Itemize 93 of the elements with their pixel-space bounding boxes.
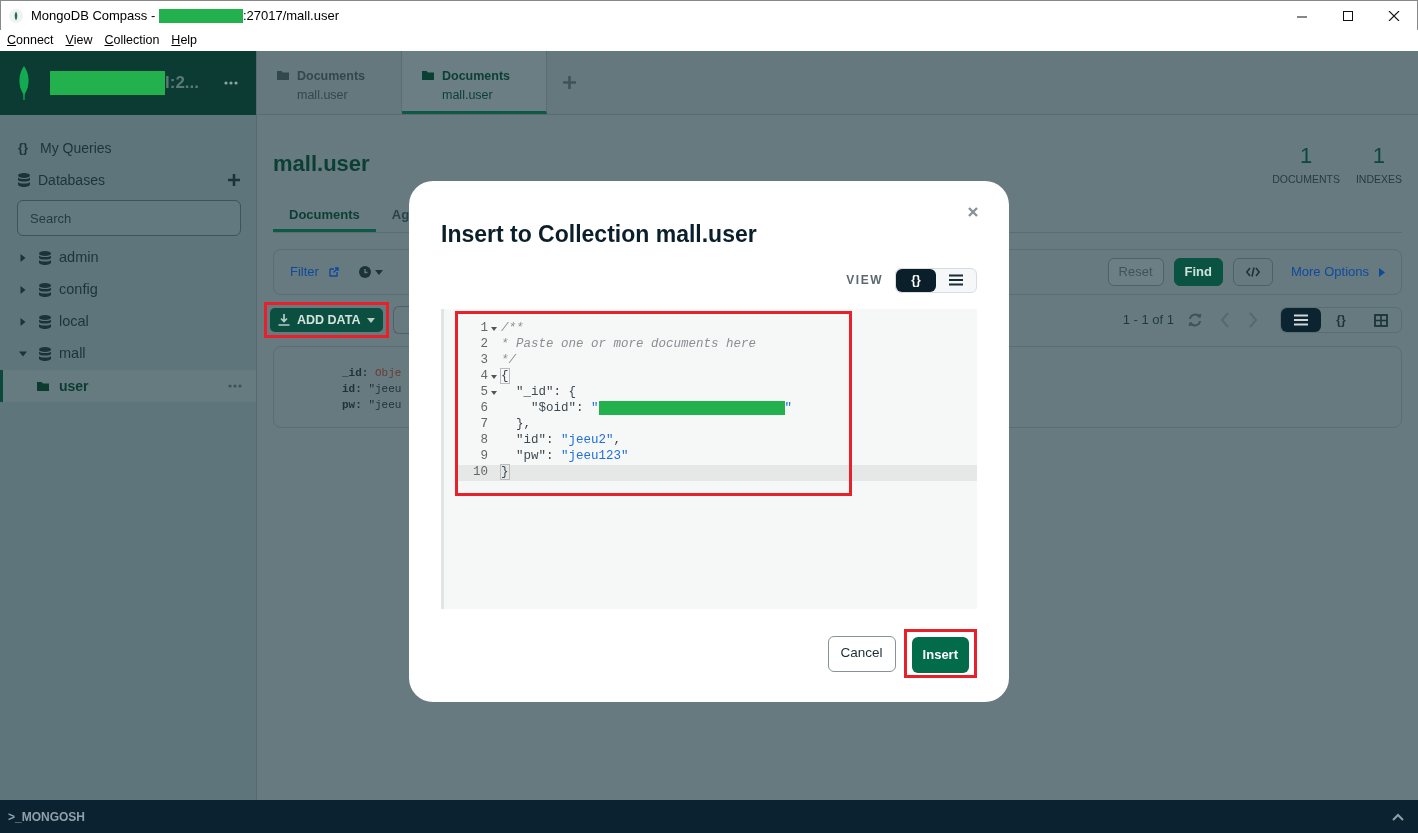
chevron-up-icon[interactable] xyxy=(1392,812,1404,821)
view-label: VIEW xyxy=(846,272,883,289)
menu-item[interactable]: Collection xyxy=(104,31,160,50)
caret-icon[interactable] xyxy=(19,318,27,326)
stat-label: DOCUMENTS xyxy=(1272,172,1340,187)
insert-button[interactable]: Insert xyxy=(911,637,969,673)
code-line: { xyxy=(500,368,509,386)
table-icon[interactable] xyxy=(1374,313,1388,327)
code-line: * Paste one or more documents here xyxy=(500,336,757,354)
maximize-icon[interactable] xyxy=(1340,10,1356,21)
more-options-link[interactable]: More Options xyxy=(1290,262,1369,282)
modal-title: Insert to Collection mall.user xyxy=(441,220,757,249)
caret-icon xyxy=(367,317,376,323)
line-number: 3 xyxy=(479,352,488,370)
sidebar-item[interactable]: My Queries xyxy=(40,137,240,159)
caret-icon[interactable] xyxy=(19,350,27,358)
database-icon xyxy=(39,283,51,297)
plus-icon[interactable] xyxy=(228,174,240,186)
code-line: "pw": "jeeu123" xyxy=(515,448,629,466)
view-toggle[interactable]: {} xyxy=(896,268,936,292)
stat-label: INDEXES xyxy=(1355,172,1402,187)
line-number: 10 xyxy=(472,464,488,482)
sidebar-tree-item[interactable]: user xyxy=(0,370,256,402)
fold-caret-icon[interactable] xyxy=(491,326,497,331)
window-title: MongoDB Compass - xyxy=(31,6,157,25)
document-field: pw: "jeeu xyxy=(342,397,402,413)
database-icon xyxy=(39,315,51,329)
braces-icon: {} xyxy=(18,138,32,158)
database-name[interactable]: config xyxy=(59,279,98,301)
folder-icon xyxy=(37,381,49,391)
plus-icon[interactable] xyxy=(563,76,576,89)
caret-icon[interactable] xyxy=(1379,267,1385,277)
database-icon xyxy=(39,347,51,361)
list-icon[interactable] xyxy=(949,274,963,286)
refresh-icon[interactable] xyxy=(1188,313,1202,327)
database-icon xyxy=(39,251,51,265)
collection-title: mall.user xyxy=(273,150,370,178)
external-link-icon[interactable] xyxy=(328,267,339,277)
line-number: 9 xyxy=(479,448,488,466)
database-name[interactable]: mall xyxy=(59,343,86,365)
code-icon xyxy=(1245,267,1260,277)
download-icon xyxy=(278,314,290,326)
code-line: "_id": { xyxy=(515,384,576,402)
line-number: 1 xyxy=(479,320,488,338)
document-field: id: "jeeu xyxy=(342,381,402,397)
find-button[interactable]: Find xyxy=(1173,258,1223,286)
code-line: /** xyxy=(500,320,524,338)
stat-value: 1 xyxy=(1298,142,1314,170)
document-field: _id: Obje xyxy=(342,365,402,381)
collection-tab[interactable]: Documents xyxy=(273,195,376,232)
search-field[interactable]: Search xyxy=(17,200,241,236)
shell-label[interactable]: >_MONGOSH xyxy=(8,807,85,826)
ellipsis-icon[interactable] xyxy=(224,81,238,85)
code-button[interactable] xyxy=(1232,258,1273,286)
history-icon[interactable] xyxy=(358,266,383,278)
code-line: } xyxy=(500,464,509,482)
filter-link[interactable]: Filter xyxy=(290,262,319,282)
line-number: 8 xyxy=(479,432,488,450)
close-icon[interactable] xyxy=(1386,10,1402,21)
app-logo-icon xyxy=(9,8,23,23)
pagination-text: 1 - 1 of 1 xyxy=(1122,311,1174,330)
menu-item[interactable]: View xyxy=(65,31,93,50)
database-icon xyxy=(18,173,30,187)
code-line: }, xyxy=(515,416,531,434)
database-name[interactable]: local xyxy=(59,311,89,333)
cancel-button[interactable]: Cancel xyxy=(827,635,896,672)
line-number: 7 xyxy=(479,416,488,434)
line-number: 2 xyxy=(479,336,488,354)
menu-item[interactable]: Help xyxy=(171,31,198,50)
line-number: 4 xyxy=(479,368,488,386)
menu-item[interactable]: Connect xyxy=(7,31,54,50)
database-name[interactable]: admin xyxy=(59,247,99,269)
code-line: "$oid": " " xyxy=(530,399,793,418)
view-toggle[interactable] xyxy=(1281,308,1321,332)
stat-value: 1 xyxy=(1371,142,1387,170)
window-title: :27017/mall.user xyxy=(242,6,339,25)
line-number: 6 xyxy=(479,400,488,418)
add-data-button[interactable]: ADD DATA xyxy=(270,308,384,332)
code-editor[interactable]: 1 /** 2 * Paste one or more documents here 3 */ 4 { 5 "_id": { 6 "$oid": " " 7 }, 8 "id": "jeeu2", 9 "pw": "jeeu123" 10 } xyxy=(441,308,977,609)
folder-icon xyxy=(277,70,289,80)
caret-icon[interactable] xyxy=(19,254,27,262)
fold-caret-icon[interactable] xyxy=(491,390,497,395)
leaf-logo-icon xyxy=(16,66,32,100)
code-line: "id": "jeeu2", xyxy=(515,432,622,450)
sidebar-item[interactable]: Databases xyxy=(38,169,220,191)
code-line: */ xyxy=(500,352,516,370)
line-number: 5 xyxy=(479,384,488,402)
collection-tab[interactable]: Ag xyxy=(375,195,426,232)
caret-icon[interactable] xyxy=(19,286,27,294)
folder-icon xyxy=(422,70,434,80)
connection-name[interactable]: l:2... xyxy=(165,70,199,96)
workspace-tab[interactable]: Documents mall.user xyxy=(402,51,547,114)
fold-caret-icon[interactable] xyxy=(491,374,497,379)
